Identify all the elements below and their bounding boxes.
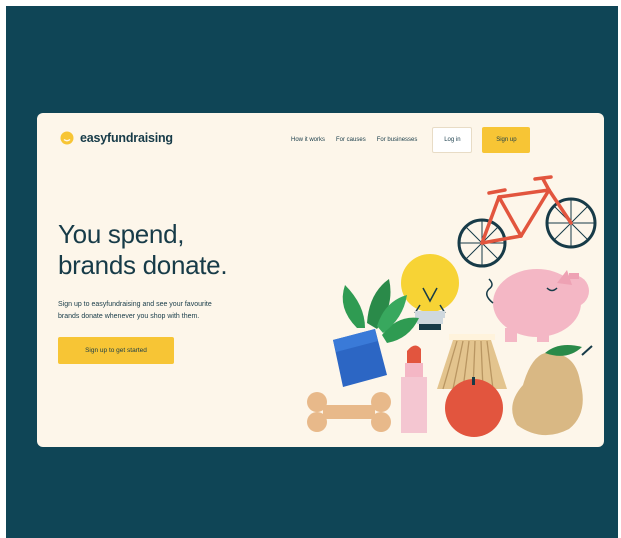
- bicycle-icon: [457, 175, 597, 268]
- hero-illustration: [307, 175, 597, 437]
- page-background: easyfundraising How it works For causes …: [6, 6, 618, 538]
- pear-icon: [512, 345, 593, 436]
- website-card: easyfundraising How it works For causes …: [37, 113, 604, 447]
- dog-bone-icon: [307, 392, 391, 432]
- piggy-bank-icon: [486, 269, 589, 342]
- lipstick-icon: [401, 345, 427, 433]
